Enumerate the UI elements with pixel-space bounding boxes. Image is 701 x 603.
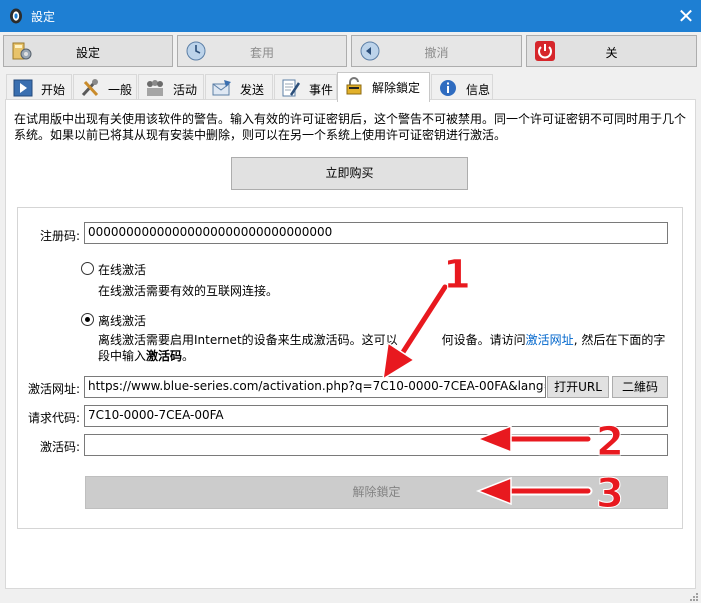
tab-unlock-label: 解除鎖定 [372, 81, 421, 95]
settings-button[interactable]: 設定 [3, 35, 173, 67]
title-bar: 設定 ✕ [0, 0, 701, 32]
play-icon [13, 79, 33, 97]
buy-now-button[interactable]: 立即购买 [231, 157, 468, 190]
tab-events[interactable]: 事件 [274, 74, 337, 100]
undo-button[interactable]: 撤消 [351, 35, 522, 67]
qr-code-button[interactable]: 二維码 [612, 376, 668, 398]
tab-activity-label: 活动 [173, 83, 198, 97]
trial-warning-text: 在试用版中出现有关使用该软件的警告。输入有效的许可证密钥后，这个警告不可被禁用。… [14, 112, 687, 142]
window-title: 設定 [31, 10, 56, 24]
send-mail-icon [212, 80, 231, 96]
activation-url-link[interactable]: 激活网址 [526, 333, 574, 347]
open-url-button[interactable]: 打开URL [547, 376, 609, 398]
app-icon [10, 8, 22, 24]
tab-info-label: 信息 [466, 83, 491, 97]
window-close-button[interactable]: ✕ [672, 2, 700, 30]
offline-activation-desc: 离线激活需要启用Internet的设备来生成激活码。这可以 何设备。请访问激活网址… [98, 332, 668, 364]
tab-unlock[interactable]: 解除鎖定 [337, 72, 430, 102]
document-pencil-icon [282, 79, 301, 97]
tab-info[interactable]: 信息 [431, 74, 493, 100]
activation-url-label: 激活网址: [28, 382, 81, 396]
reg-code-field[interactable]: 00000000000000000000000000000000 [84, 222, 668, 244]
tab-send[interactable]: 发送 [205, 74, 273, 100]
tab-events-label: 事件 [309, 83, 334, 97]
resize-grip-icon[interactable] [689, 592, 699, 602]
offline-activation-radio[interactable] [81, 313, 94, 326]
tab-general-label: 一般 [108, 83, 133, 97]
offline-desc-part-2: 何设备。请访问 [441, 333, 526, 347]
close-icon: ✕ [677, 4, 695, 28]
tab-send-label: 发送 [240, 83, 265, 97]
offline-activation-label: 离线激活 [98, 314, 147, 328]
tab-activity[interactable]: 活动 [138, 74, 204, 100]
tab-start-label: 开始 [41, 83, 66, 97]
online-activation-radio[interactable] [81, 262, 94, 275]
unlock-button[interactable]: 解除鎖定 [85, 476, 668, 509]
tools-icon [81, 79, 99, 97]
tab-strip: 开始 一般 活动 发送 事件 解除鎖定 信息 [0, 72, 701, 102]
status-strip [0, 589, 701, 603]
toolbar: 設定 套用 撤消 关 [0, 32, 701, 70]
close-button-label: 关 [605, 46, 618, 60]
offline-desc-bold: 激活码 [146, 349, 183, 363]
padlock-icon [346, 77, 362, 95]
people-icon [147, 80, 163, 96]
activation-url-field[interactable]: https://www.blue-series.com/activation.p… [84, 376, 546, 398]
tab-general[interactable]: 一般 [73, 74, 137, 100]
apply-button[interactable]: 套用 [177, 35, 347, 67]
offline-desc-part-1: 离线激活需要启用Internet的设备来生成激活码。这可以 [98, 333, 398, 347]
online-activation-label: 在线激活 [98, 263, 147, 277]
apply-button-label: 套用 [249, 46, 274, 60]
offline-desc-part-3: , 然后在下面的字 [573, 333, 666, 347]
close-button[interactable]: 关 [526, 35, 697, 67]
offline-desc-part-5: 。 [182, 349, 195, 363]
undo-button-label: 撤消 [424, 46, 449, 60]
online-activation-desc: 在线激活需要有效的互联网连接。 [98, 284, 279, 298]
activation-code-label: 激活码: [40, 440, 81, 454]
activation-code-field[interactable] [84, 434, 668, 456]
settings-button-label: 設定 [75, 46, 100, 60]
request-code-field[interactable]: 7C10-0000-7CEA-00FA [84, 405, 668, 427]
request-code-label: 请求代码: [28, 411, 81, 425]
reg-code-label: 注册码: [40, 229, 81, 243]
offline-desc-part-4: 段中输入 [98, 349, 147, 363]
info-icon [440, 80, 456, 96]
tab-start[interactable]: 开始 [6, 74, 72, 100]
